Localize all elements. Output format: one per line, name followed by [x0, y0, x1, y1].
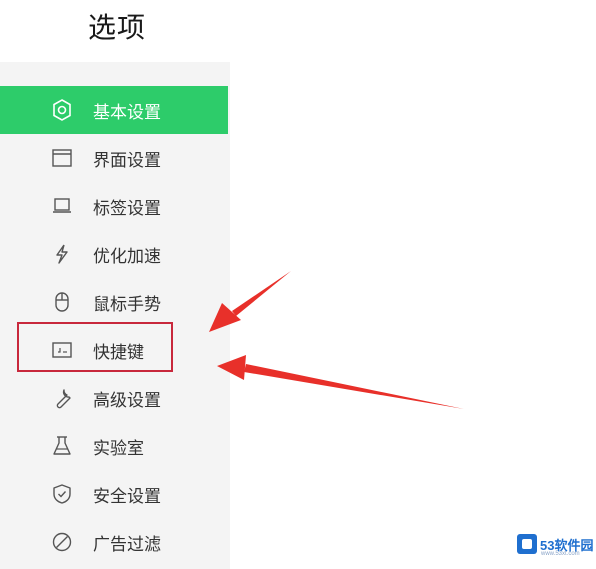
- annotation-arrow-upper: [209, 271, 291, 332]
- brand-logo-icon: [517, 534, 537, 554]
- watermark-logo: 53软件园 www.53xt.com: [517, 530, 595, 558]
- watermark-url: www.53xt.com: [541, 551, 580, 557]
- annotation-arrow-lower: [217, 355, 464, 409]
- annotation-arrows: [209, 271, 464, 409]
